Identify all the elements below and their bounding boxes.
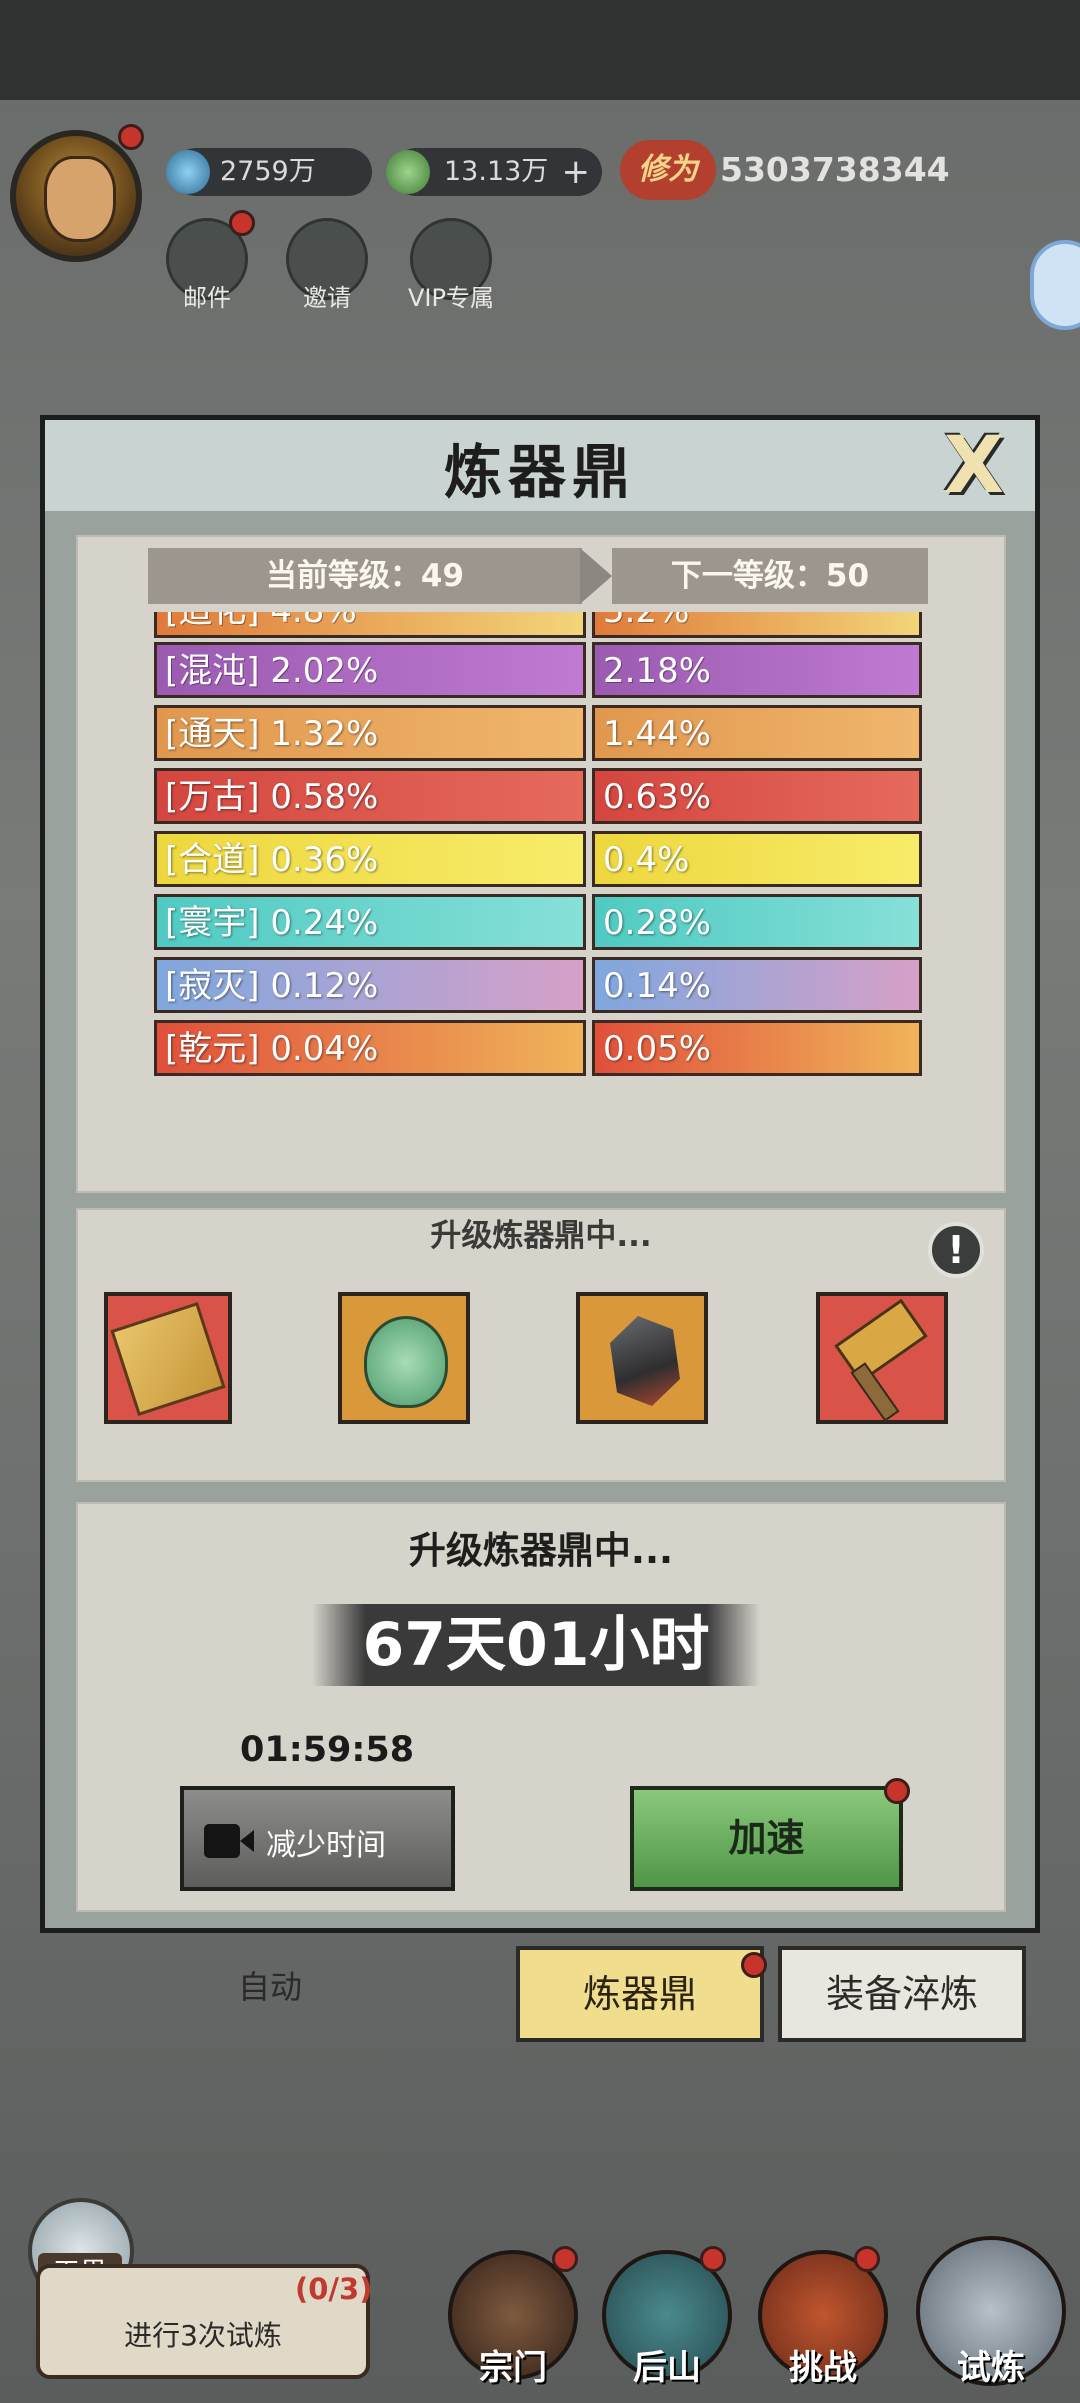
add-currency-icon[interactable]: + — [562, 148, 591, 196]
rate-row-hundun-next: 2.18% — [592, 642, 922, 698]
material-ore-card[interactable] — [576, 1292, 708, 1424]
rate-row-huanyu-current: [寰宇] 0.24% — [154, 894, 586, 950]
material-talisman-card[interactable] — [104, 1292, 232, 1424]
rate-current: 0.24% — [270, 903, 379, 943]
rate-row-hundun-current: [混沌] 2.02% — [154, 642, 586, 698]
reduce-time-label: 减少时间 — [266, 1828, 386, 1863]
rate-row-clipped-next: 5.2% — [592, 612, 922, 640]
talisman-scroll-icon — [110, 1301, 226, 1417]
rate-row-clipped: [造化] 4.8% — [154, 612, 586, 640]
rate-current: 2.02% — [270, 651, 379, 691]
rate-row-tongtian-current: [通天] 1.32% — [154, 705, 586, 761]
material-jade-card[interactable] — [338, 1292, 470, 1424]
rate-current-cell: [造化] 4.8% — [154, 612, 586, 638]
rate-next: 0.4% — [603, 840, 690, 880]
task-text: 进行3次试炼 — [124, 2319, 282, 2352]
rate-row-qianyuan-next: 0.05% — [592, 1020, 922, 1076]
rate-row-wangu-next: 0.63% — [592, 768, 922, 824]
hammer-head-icon — [834, 1298, 928, 1384]
rate-current: 4.8% — [270, 612, 356, 631]
rate-name: [乾元] — [165, 1029, 260, 1069]
rate-current: 0.36% — [270, 840, 379, 880]
rate-next-cell: 5.2% — [592, 612, 922, 638]
currency2-pill[interactable]: 13.13万 + — [386, 148, 602, 196]
rate-row-huanyu-next: 0.28% — [592, 894, 922, 950]
rate-name: [造化] — [165, 612, 260, 631]
rate-name: [寰宇] — [165, 903, 260, 943]
level-arrow-icon — [580, 548, 612, 604]
material-hammer-card[interactable] — [816, 1292, 948, 1424]
speed-up-notification-dot — [884, 1778, 910, 1804]
current-level: 当前等级：49 — [148, 548, 582, 604]
close-button[interactable]: X — [938, 427, 1010, 505]
materials-title: 升级炼器鼎中... — [430, 1218, 652, 1254]
rate-name: [通天] — [165, 714, 260, 754]
vip-label: VIP专属 — [408, 284, 494, 312]
rate-next: 0.05% — [603, 1029, 712, 1069]
currency1-value: 2759万 — [220, 156, 316, 187]
status-bar — [0, 0, 1080, 100]
rate-name: [混沌] — [165, 651, 260, 691]
currency2-value: 13.13万 — [444, 156, 549, 187]
rate-name: [万古] — [165, 777, 260, 817]
rate-next: 0.63% — [603, 777, 712, 817]
tab-furnace[interactable]: 炼器鼎 — [516, 1946, 764, 2042]
jade-pendant-icon — [364, 1316, 448, 1408]
mail-notification-dot — [229, 210, 255, 236]
video-camera-lens-icon — [240, 1830, 254, 1852]
spirit-stone-icon — [166, 150, 210, 194]
cultivation-badge: 修为 — [620, 140, 716, 200]
trial-label: 试炼 — [957, 2348, 1025, 2388]
rate-next: 1.44% — [603, 714, 712, 754]
invite-label: 邀请 — [303, 284, 351, 312]
cultivation-value: 5303738344 — [720, 150, 950, 189]
sect-label: 宗门 — [479, 2348, 547, 2388]
avatar-face — [44, 156, 116, 242]
rate-next: 0.14% — [603, 966, 712, 1006]
rate-name: [合道] — [165, 840, 260, 880]
rate-row-hedao-next: 0.4% — [592, 831, 922, 887]
auto-label[interactable]: 自动 — [238, 1962, 302, 2008]
info-button[interactable]: ! — [928, 1222, 984, 1278]
countdown-timer: 01:59:58 — [240, 1730, 415, 1770]
ore-crystal-icon — [610, 1316, 680, 1406]
player-avatar[interactable] — [10, 130, 142, 262]
video-camera-icon — [204, 1824, 240, 1858]
rate-row-jimie-next: 0.14% — [592, 957, 922, 1013]
currency1-pill[interactable]: 2759万 — [166, 148, 372, 196]
rate-name: [寂灭] — [165, 966, 260, 1006]
dialog-title: 炼器鼎 — [443, 438, 636, 506]
floating-plus-button[interactable] — [1030, 240, 1080, 330]
rate-current: 1.32% — [270, 714, 379, 754]
rate-next: 5.2% — [603, 612, 689, 631]
speed-up-button[interactable]: 加速 — [630, 1786, 903, 1891]
upgrade-status-title: 升级炼器鼎中... — [408, 1529, 674, 1572]
rate-current: 0.58% — [270, 777, 379, 817]
rate-row-jimie-current: [寂灭] 0.12% — [154, 957, 586, 1013]
reduce-time-button[interactable]: 减少时间 — [180, 1786, 455, 1891]
tab-equipment-refine[interactable]: 装备淬炼 — [778, 1946, 1026, 2042]
challenge-dot — [854, 2246, 880, 2272]
rate-row-tongtian-next: 1.44% — [592, 705, 922, 761]
rate-current: 0.04% — [270, 1029, 379, 1069]
backhill-label: 后山 — [633, 2348, 701, 2388]
backhill-dot — [700, 2246, 726, 2272]
avatar-notification-dot — [118, 124, 144, 150]
challenge-label: 挑战 — [789, 2348, 857, 2388]
rate-row-hedao-current: [合道] 0.36% — [154, 831, 586, 887]
rate-next: 0.28% — [603, 903, 712, 943]
mail-label: 邮件 — [183, 284, 231, 312]
rate-current: 0.12% — [270, 966, 379, 1006]
sect-dot — [552, 2246, 578, 2272]
next-level: 下一等级：50 — [612, 548, 928, 604]
jade-coin-icon — [386, 150, 430, 194]
rate-row-qianyuan-current: [乾元] 0.04% — [154, 1020, 586, 1076]
task-count: (0/3) — [295, 2272, 373, 2306]
remaining-time: 67天01小时 — [312, 1604, 760, 1686]
rate-next: 2.18% — [603, 651, 712, 691]
tab-furnace-dot — [741, 1952, 767, 1978]
rate-row-wangu-current: [万古] 0.58% — [154, 768, 586, 824]
